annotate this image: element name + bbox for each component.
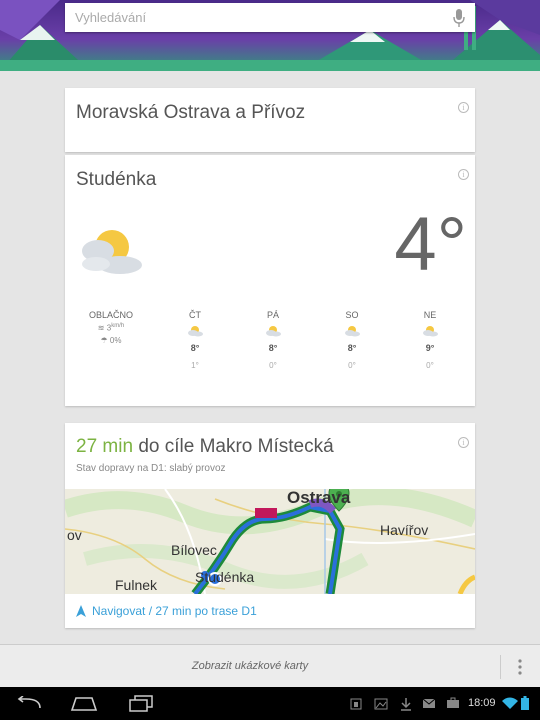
system-bar: 18:09 (0, 687, 540, 720)
day-low: 0° (348, 361, 356, 370)
image-notification-icon (374, 698, 388, 710)
map-canvas: Ostrava Havířov Bílovec Studénka Fulnek … (65, 489, 475, 594)
day-high: 9° (425, 343, 435, 353)
download-icon (401, 698, 411, 711)
day-label: ČT (189, 310, 201, 320)
day-high: 8° (268, 343, 278, 353)
mail-icon (422, 698, 436, 708)
map-label-studenka: Studénka (195, 569, 254, 585)
home-icon[interactable] (70, 695, 98, 711)
partly-cloudy-icon (82, 230, 142, 274)
map-label-bilovec: Bílovec (171, 542, 217, 558)
day-low: 1° (191, 361, 199, 370)
calendar-notification-icon (350, 698, 362, 710)
condition-label: OBLAČNO (88, 310, 133, 320)
location-title: Moravská Ostrava a Přívoz (76, 102, 306, 123)
wind-unit: km/h (111, 323, 125, 329)
info-icon[interactable]: i (458, 169, 469, 180)
route-destination: do cíle Makro Místecká (138, 436, 334, 457)
map-label-havirov: Havířov (380, 522, 428, 538)
navigate-link[interactable]: Navigovat / 27 min po trase D1 (76, 604, 257, 618)
overflow-menu-icon[interactable] (517, 658, 523, 676)
show-sample-cards-button[interactable]: Zobrazit ukázkové karty (0, 660, 500, 672)
search-box[interactable] (65, 3, 475, 32)
partly-cloudy-icon (345, 326, 360, 337)
microphone-icon[interactable] (453, 9, 465, 27)
current-temperature: 4° (394, 202, 467, 287)
location-card[interactable]: Moravská Ostrava a Přívoz i (65, 88, 475, 152)
wind-icon: ≋ (97, 323, 105, 333)
navigation-arrow-icon (76, 605, 86, 617)
partly-cloudy-icon (188, 326, 203, 337)
map-label-fulnek: Fulnek (115, 577, 158, 593)
back-icon[interactable] (16, 696, 42, 710)
divider (500, 655, 501, 679)
day-low: 0° (269, 361, 277, 370)
battery-icon (521, 696, 529, 710)
day-low: 0° (426, 361, 434, 370)
map-label-partial: ov (67, 527, 82, 543)
wind-row: ≋ 3km/h (83, 323, 139, 333)
route-card[interactable]: 27 min do cíle Makro Místecká i Stav dop… (65, 423, 475, 628)
forecast-day: PÁ 8° 0° (253, 310, 293, 370)
recent-apps-icon[interactable] (128, 694, 154, 712)
umbrella-icon: ☂ (100, 335, 108, 345)
forecast-day: NE 9° 0° (410, 310, 450, 370)
day-label: SO (345, 310, 359, 320)
route-title: 27 min do cíle Makro Místecká (76, 436, 334, 458)
partly-cloudy-icon (423, 326, 438, 337)
weather-card[interactable]: Studénka i 4° OBLAČNO ≋ 3km/h ☂ 0% ČT 8°… (65, 155, 475, 406)
forecast-day: ČT 8° 1° (175, 310, 215, 370)
partly-cloudy-icon (266, 326, 281, 337)
traffic-status: Stav dopravy na D1: slabý provoz (76, 463, 226, 474)
wifi-icon (502, 697, 518, 709)
status-time: 18:09 (468, 697, 496, 709)
day-label: PÁ (266, 310, 279, 320)
weather-location: Studénka (76, 169, 157, 190)
day-high: 8° (347, 343, 357, 353)
search-input[interactable] (75, 7, 435, 27)
precip-row: ☂ 0% (83, 336, 139, 345)
route-minutes: 27 min (76, 436, 134, 457)
forecast-day: SO 8° 0° (332, 310, 372, 370)
info-icon[interactable]: i (458, 102, 469, 113)
day-label: NE (423, 310, 437, 320)
bottom-bar: Zobrazit ukázkové karty (0, 644, 540, 687)
header-banner (0, 0, 540, 71)
map-label-ostrava: Ostrava (287, 489, 351, 507)
navigate-label: Navigovat / 27 min po trase D1 (92, 604, 257, 618)
day-high: 8° (190, 343, 200, 353)
info-icon[interactable]: i (458, 437, 469, 448)
route-map[interactable]: Ostrava Havířov Bílovec Studénka Fulnek … (65, 489, 475, 594)
briefcase-icon (447, 697, 459, 708)
current-conditions: OBLAČNO ≋ 3km/h ☂ 0% (83, 310, 139, 345)
precip-value: 0% (109, 335, 122, 345)
